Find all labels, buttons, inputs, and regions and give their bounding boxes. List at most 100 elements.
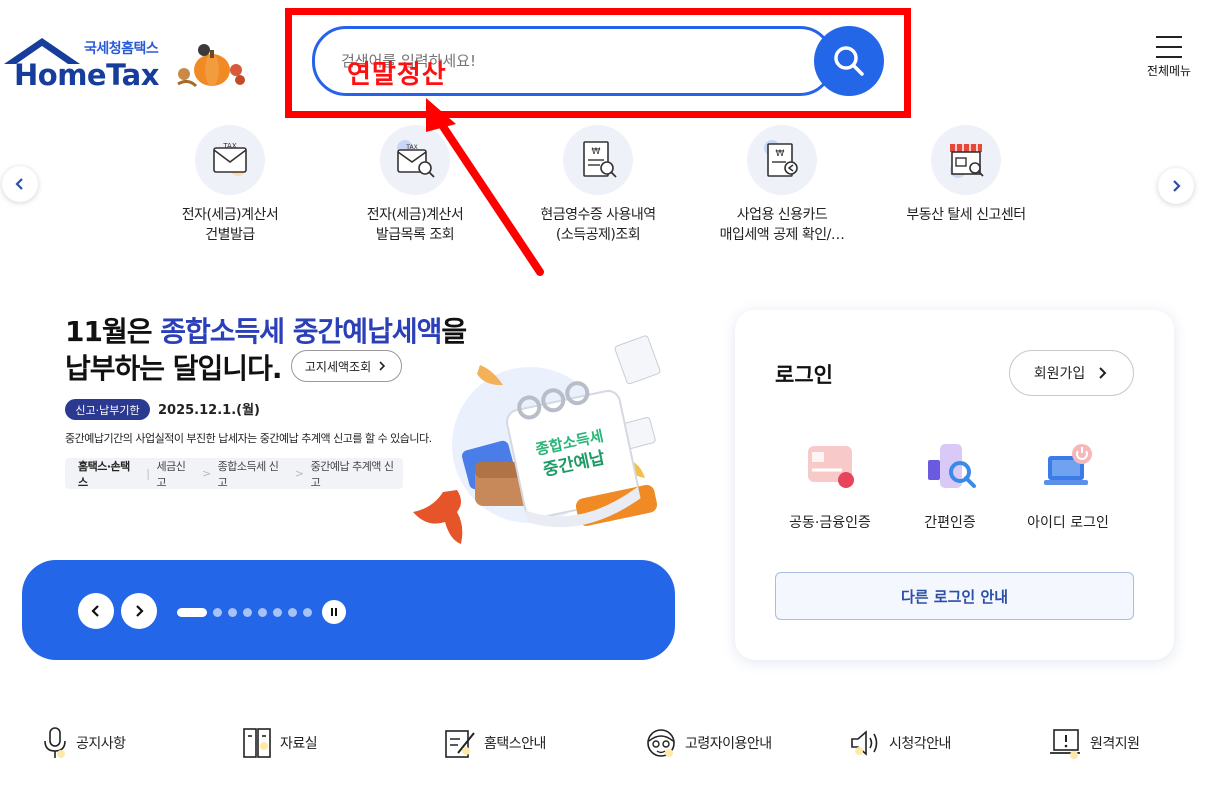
slide-next-button[interactable] — [121, 593, 157, 629]
footer-link-label: 홈택스안내 — [484, 736, 546, 752]
logo-subtitle: 국세청홈택스 — [84, 41, 159, 57]
slide-dot[interactable] — [273, 608, 282, 617]
quick-item-business-card[interactable]: ₩ 사업용 신용카드매입세액 공제 확인/… — [687, 125, 877, 245]
other-login-guide-button[interactable]: 다른 로그인 안내 — [775, 572, 1134, 620]
quick-label-line2: (소득공제)조회 — [555, 227, 641, 243]
chevron-left-icon — [15, 178, 23, 190]
hometax-logo[interactable]: 국세청홈택스 HomeTax — [2, 30, 252, 100]
banner-title-highlight: 종합소득세 중간예납세액 — [160, 315, 442, 348]
search-typed-text: 연말정산 — [347, 60, 447, 90]
login-option-certificate[interactable]: 공동·금융인증 — [770, 440, 890, 532]
quick-label-line2: 건별발급 — [205, 227, 255, 243]
senior-icon — [647, 729, 675, 757]
banner-title-part-a: 11월은 — [65, 315, 161, 348]
quick-label-line2: 매입세액 공제 확인/… — [719, 227, 845, 243]
slide-pause-button[interactable] — [322, 600, 346, 624]
remote-support-icon — [1050, 729, 1080, 759]
certificate-icon — [808, 446, 854, 488]
hamburger-icon — [1156, 36, 1182, 58]
tax-inquiry-button[interactable]: 고지세액조회 — [291, 350, 402, 382]
svg-text:TAX: TAX — [222, 142, 237, 150]
quick-label-line2: 발급목록 조회 — [375, 227, 455, 243]
breadcrumb-item[interactable]: 세금신고 — [157, 458, 195, 490]
login-option-label: 아이디 로그인 — [1027, 515, 1109, 531]
login-option-id[interactable]: 아이디 로그인 — [1008, 440, 1128, 532]
all-menu-label: 전체메뉴 — [1146, 64, 1192, 78]
svg-text:₩: ₩ — [776, 149, 785, 159]
business-card-icon: ₩ — [747, 125, 817, 195]
due-date: 2025.12.1.(월) — [158, 403, 260, 418]
chevron-right-icon — [1099, 367, 1107, 379]
footer-link-senior[interactable]: 고령자이용안내 — [645, 725, 772, 761]
breadcrumb-item[interactable]: 종합소득세 신고 — [218, 458, 288, 490]
quick-item-cash-receipt[interactable]: ₩ 현금영수증 사용내역 (소득공제)조회 — [503, 125, 693, 245]
id-login-icon — [1044, 444, 1092, 485]
footer-link-audiovisual[interactable]: 시청각안내 — [849, 725, 951, 761]
footer-link-label: 원격지원 — [1090, 736, 1140, 752]
breadcrumb: 홈택스·손택스 | 세금신고 > 종합소득세 신고 > 중간예납 추계액 신고 — [65, 458, 403, 489]
calendar-illustration: 종합소득세 중간예납 — [413, 335, 661, 544]
search-icon — [834, 46, 864, 76]
slide-dot-active[interactable] — [177, 608, 207, 617]
chevron-right-icon — [136, 605, 144, 617]
tax-invoice-search-icon: TAX — [380, 125, 450, 195]
chevron-right-icon — [379, 361, 386, 371]
login-panel: 로그인 회원가입 공동·금융인증 간편인증 아이디 로그인 다른 로그인 안내 — [735, 310, 1174, 660]
footer-link-notice[interactable]: 공지사항 — [42, 725, 126, 761]
due-date-badge: 신고·납부기한 — [65, 399, 150, 420]
quick-label-line1: 사업용 신용카드 — [736, 207, 828, 223]
slide-dot[interactable] — [303, 608, 312, 617]
quick-item-real-estate[interactable]: 부동산 탈세 신고센터 — [871, 125, 1061, 225]
banner-title-line2: 납부하는 달입니다. — [65, 352, 282, 385]
svg-text:₩: ₩ — [592, 147, 601, 157]
simple-auth-icon — [928, 444, 976, 488]
quick-item-tax-invoice-list[interactable]: TAX 전자(세금)계산서발급목록 조회 — [320, 125, 510, 245]
login-option-label: 공동·금융인증 — [789, 515, 871, 531]
footer-link-label: 공지사항 — [76, 736, 126, 752]
footer-link-guide[interactable]: 홈택스안내 — [444, 725, 546, 761]
logo-title: HomeTax — [14, 58, 159, 92]
footer-link-label: 자료실 — [280, 736, 318, 752]
quick-next-button[interactable] — [1158, 168, 1194, 204]
slide-prev-button[interactable] — [78, 593, 114, 629]
banner-description: 중간예납기간의 사업실적이 부진한 납세자는 중간예납 추계액 신고를 할 수 … — [65, 432, 432, 445]
quick-label-line1: 전자(세금)계산서 — [366, 207, 464, 223]
signup-label: 회원가입 — [1033, 366, 1086, 382]
quick-item-tax-invoice-issue[interactable]: TAX 전자(세금)계산서건별발급 — [135, 125, 325, 245]
banner-slider-bar — [22, 560, 675, 660]
slide-dot[interactable] — [258, 608, 267, 617]
cash-receipt-icon: ₩ — [563, 125, 633, 195]
footer-link-label: 시청각안내 — [889, 736, 951, 752]
login-option-label: 간편인증 — [924, 515, 976, 531]
tax-inquiry-label: 고지세액조회 — [304, 359, 372, 374]
search-box[interactable]: 연말정산 — [312, 26, 834, 96]
breadcrumb-root: 홈택스·손택스 — [78, 459, 130, 489]
slide-dot[interactable] — [213, 608, 222, 617]
footer-link-label: 고령자이용안내 — [685, 736, 772, 752]
signup-button[interactable]: 회원가입 — [1009, 350, 1134, 396]
quick-label-line1: 전자(세금)계산서 — [181, 207, 279, 223]
chevron-right-icon — [1173, 180, 1181, 192]
all-menu-button[interactable]: 전체메뉴 — [1138, 36, 1200, 96]
footer-link-remote[interactable]: 원격지원 — [1048, 725, 1140, 761]
login-option-simple-auth[interactable]: 간편인증 — [890, 440, 1010, 532]
speaker-icon — [851, 730, 878, 756]
slide-dot[interactable] — [228, 608, 237, 617]
svg-text:TAX: TAX — [405, 144, 417, 151]
chevron-left-icon — [91, 605, 99, 617]
archive-icon — [243, 728, 271, 758]
pause-icon — [331, 608, 337, 616]
tax-invoice-issue-icon: TAX — [195, 125, 265, 195]
login-title: 로그인 — [775, 363, 833, 387]
slide-dot[interactable] — [288, 608, 297, 617]
microphone-icon — [44, 727, 66, 758]
footer-link-archive[interactable]: 자료실 — [242, 725, 318, 761]
slide-dot[interactable] — [243, 608, 252, 617]
pumpkin-decoration-icon — [177, 44, 245, 88]
search-button[interactable] — [814, 26, 884, 96]
quick-prev-button[interactable] — [2, 166, 38, 202]
quick-label-line1: 현금영수증 사용내역 — [540, 207, 656, 223]
quick-label-line1: 부동산 탈세 신고센터 — [906, 207, 1026, 223]
edit-document-icon — [445, 730, 475, 758]
breadcrumb-item[interactable]: 중간예납 추계액 신고 — [311, 458, 403, 490]
